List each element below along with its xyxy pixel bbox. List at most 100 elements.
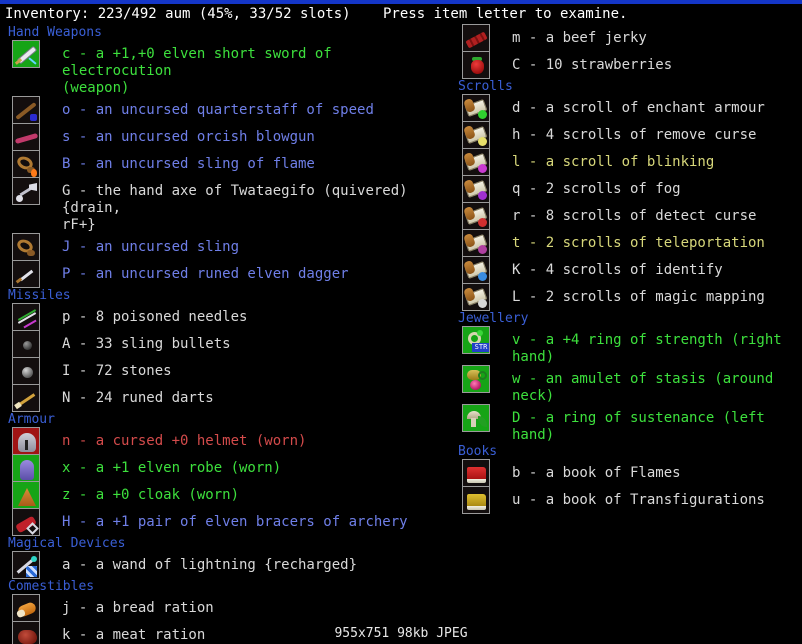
item-letter[interactable]: l -: [512, 154, 546, 170]
item-letter[interactable]: p -: [62, 309, 96, 325]
short-sword-icon[interactable]: [12, 40, 40, 68]
section-continued: m - a beef jerky C - 10 strawberries: [450, 24, 802, 79]
inventory-item-b[interactable]: b - a book of Flames: [450, 459, 802, 487]
inventory-item-s[interactable]: s - an uncursed orcish blowgun: [0, 123, 446, 151]
bread-ration-icon[interactable]: [12, 594, 40, 622]
inventory-item-w[interactable]: w - an amulet of stasis (around neck): [450, 365, 802, 405]
item-letter[interactable]: r -: [512, 208, 546, 224]
inventory-item-o[interactable]: o - an uncursed quarterstaff of speed: [0, 96, 446, 124]
item-letter[interactable]: n -: [62, 433, 96, 449]
elven-dagger-icon[interactable]: [12, 260, 40, 288]
item-label: p - 8 poisoned needles: [40, 304, 446, 326]
inventory-item-t[interactable]: t - 2 scrolls of teleportation: [450, 229, 802, 257]
item-letter[interactable]: q -: [512, 181, 546, 197]
item-letter[interactable]: s -: [62, 129, 96, 145]
inventory-item-h[interactable]: h - 4 scrolls of remove curse: [450, 121, 802, 149]
inventory-item-z[interactable]: z - a +0 cloak (worn): [0, 481, 446, 509]
inventory-item-G[interactable]: G - the hand axe of Twataegifo (quivered…: [0, 177, 446, 234]
inventory-item-r[interactable]: r - 8 scrolls of detect curse: [450, 202, 802, 230]
scroll-detect-curse-icon[interactable]: [462, 202, 490, 230]
quarterstaff-icon[interactable]: [12, 96, 40, 124]
scroll-blinking-icon[interactable]: [462, 148, 490, 176]
inventory-item-B[interactable]: B - an uncursed sling of flame: [0, 150, 446, 178]
inventory-item-I[interactable]: I - 72 stones: [0, 357, 446, 385]
helmet-icon[interactable]: [12, 427, 40, 455]
item-letter[interactable]: z -: [62, 487, 96, 503]
item-letter[interactable]: x -: [62, 460, 96, 476]
item-letter[interactable]: J -: [62, 239, 96, 255]
inventory-item-m[interactable]: m - a beef jerky: [450, 24, 802, 52]
item-letter[interactable]: o -: [62, 102, 96, 118]
inventory-item-K[interactable]: K - 4 scrolls of identify: [450, 256, 802, 284]
inventory-item-A[interactable]: A - 33 sling bullets: [0, 330, 446, 358]
inventory-item-J[interactable]: J - an uncursed sling: [0, 233, 446, 261]
item-letter[interactable]: u -: [512, 492, 546, 508]
item-letter[interactable]: b -: [512, 465, 546, 481]
item-letter[interactable]: K -: [512, 262, 546, 278]
sling-of-flame-icon[interactable]: [12, 150, 40, 178]
sling-icon[interactable]: [12, 233, 40, 261]
inventory-item-j[interactable]: j - a bread ration: [0, 594, 446, 622]
scroll-fog-icon[interactable]: [462, 175, 490, 203]
item-letter[interactable]: c -: [62, 46, 96, 62]
inventory-item-q[interactable]: q - 2 scrolls of fog: [450, 175, 802, 203]
beef-jerky-icon[interactable]: [462, 24, 490, 52]
item-letter[interactable]: G -: [62, 183, 96, 199]
runed-darts-icon[interactable]: [12, 384, 40, 412]
inventory-item-a[interactable]: a - a wand of lightning {recharged}: [0, 551, 446, 579]
inventory-item-P[interactable]: P - an uncursed runed elven dagger: [0, 260, 446, 288]
item-letter[interactable]: t -: [512, 235, 546, 251]
inventory-item-H[interactable]: H - a +1 pair of elven bracers of archer…: [0, 508, 446, 536]
item-letter[interactable]: N -: [62, 390, 96, 406]
item-letter[interactable]: L -: [512, 289, 546, 305]
inventory-item-x[interactable]: x - a +1 elven robe (worn): [0, 454, 446, 482]
inventory-item-L[interactable]: L - 2 scrolls of magic mapping: [450, 283, 802, 311]
scroll-enchant-armour-icon[interactable]: [462, 94, 490, 122]
elven-bracers-icon[interactable]: [12, 508, 40, 536]
wand-icon[interactable]: [12, 551, 40, 579]
item-letter[interactable]: w -: [512, 371, 546, 387]
scroll-magic-mapping-icon[interactable]: [462, 283, 490, 311]
inventory-item-C[interactable]: C - 10 strawberries: [450, 51, 802, 79]
item-letter[interactable]: j -: [62, 600, 96, 616]
item-letter[interactable]: a -: [62, 557, 96, 573]
sling-bullets-icon[interactable]: [12, 330, 40, 358]
item-letter[interactable]: D -: [512, 410, 546, 426]
ring-of-sustenance-icon[interactable]: [462, 404, 490, 432]
strawberries-icon[interactable]: [462, 51, 490, 79]
inventory-item-N[interactable]: N - 24 runed darts: [0, 384, 446, 412]
scroll-remove-curse-icon[interactable]: [462, 121, 490, 149]
item-letter[interactable]: C -: [512, 57, 546, 73]
inventory-item-c[interactable]: c - a +1,+0 elven short sword of electro…: [0, 40, 446, 97]
status-footer: 955x751 98kb JPEG: [334, 626, 468, 641]
hand-axe-icon[interactable]: [12, 177, 40, 205]
item-letter[interactable]: h -: [512, 127, 546, 143]
item-letter[interactable]: v -: [512, 332, 546, 348]
cloak-icon[interactable]: [12, 481, 40, 509]
inventory-item-u[interactable]: u - a book of Transfigurations: [450, 486, 802, 514]
item-letter[interactable]: A -: [62, 336, 96, 352]
inventory-item-D[interactable]: D - a ring of sustenance (left hand): [450, 404, 802, 444]
inventory-item-d[interactable]: d - a scroll of enchant armour: [450, 94, 802, 122]
item-letter[interactable]: d -: [512, 100, 546, 116]
item-letter[interactable]: m -: [512, 30, 546, 46]
amulet-of-stasis-icon[interactable]: [462, 365, 490, 393]
book-of-flames-icon[interactable]: [462, 459, 490, 487]
elven-robe-icon[interactable]: [12, 454, 40, 482]
blowgun-icon[interactable]: [12, 123, 40, 151]
inventory-item-l[interactable]: l - a scroll of blinking: [450, 148, 802, 176]
inventory-item-p[interactable]: p - 8 poisoned needles: [0, 303, 446, 331]
item-letter[interactable]: I -: [62, 363, 96, 379]
ring-of-strength-icon[interactable]: STR: [462, 326, 490, 354]
poisoned-needles-icon[interactable]: [12, 303, 40, 331]
book-of-transfigurations-icon[interactable]: [462, 486, 490, 514]
stones-icon[interactable]: [12, 357, 40, 385]
item-letter[interactable]: H -: [62, 514, 96, 530]
item-letter[interactable]: P -: [62, 266, 96, 282]
inventory-item-v[interactable]: STR v - a +4 ring of strength (right hand…: [450, 326, 802, 366]
item-description: an amulet of stasis (around neck): [512, 371, 782, 404]
scroll-identify-icon[interactable]: [462, 256, 490, 284]
item-letter[interactable]: B -: [62, 156, 96, 172]
inventory-item-n[interactable]: n - a cursed +0 helmet (worn): [0, 427, 446, 455]
scroll-teleportation-icon[interactable]: [462, 229, 490, 257]
